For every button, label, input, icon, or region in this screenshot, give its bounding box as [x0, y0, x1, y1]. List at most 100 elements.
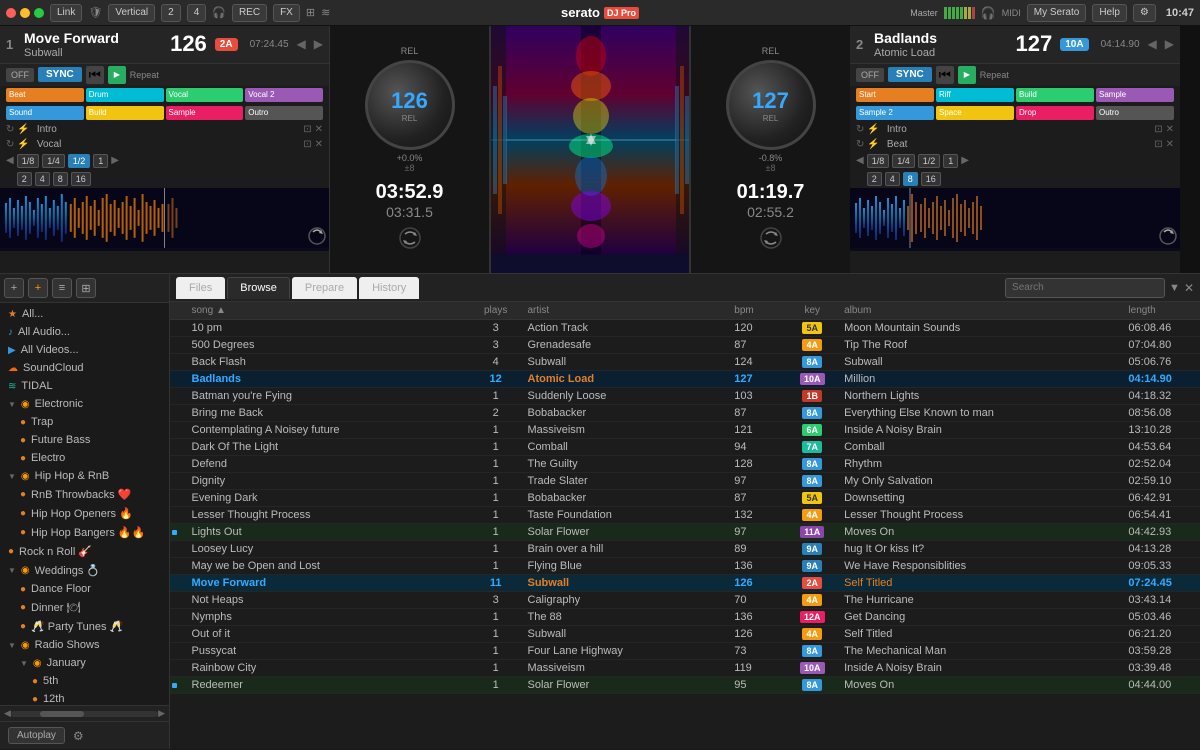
knob-right[interactable]: 127 REL [726, 60, 816, 150]
table-row[interactable]: Bring me Back2Bobabacker878AEverything E… [170, 405, 1200, 422]
deck-right-loop-prev[interactable]: ◀ [856, 155, 864, 166]
hotcue-drum[interactable]: Drum [86, 88, 164, 102]
tab-history[interactable]: History [359, 277, 419, 299]
sidebar-item-video[interactable]: ▶ All Videos... [0, 341, 169, 359]
deck-left-prev[interactable]: ◀ [297, 37, 306, 51]
deck-right-play[interactable]: ▶ [958, 66, 976, 84]
loop-4[interactable]: 4 [35, 172, 50, 186]
deck-right-prev[interactable]: ◀ [1148, 37, 1157, 51]
table-row[interactable]: Pussycat1Four Lane Highway738AThe Mechan… [170, 643, 1200, 660]
table-row[interactable]: Dignity1Trade Slater978AMy Only Salvatio… [170, 473, 1200, 490]
list-view-button[interactable]: ≡ [52, 278, 72, 298]
help-button[interactable]: Help [1092, 4, 1127, 22]
table-row[interactable]: 500 Degrees3Grenadesafe874ATip The Roof0… [170, 337, 1200, 354]
knob-left-loop-btn[interactable] [398, 226, 422, 253]
loop-2[interactable]: 2 [17, 172, 32, 186]
col-album-header[interactable]: album [838, 302, 1122, 320]
sidebar-item-rnb-throwbacks[interactable]: ● RnB Throwbacks ❤️ [0, 485, 169, 504]
r-loop-2[interactable]: 2 [867, 172, 882, 186]
hotcue-sample2[interactable]: Sample 2 [856, 106, 934, 120]
hotcue-build[interactable]: Build [86, 106, 164, 120]
hotcue-outro-r[interactable]: Outro [1096, 106, 1174, 120]
col-key-header[interactable]: key [786, 302, 838, 320]
table-row[interactable]: Lesser Thought Process1Taste Foundation1… [170, 507, 1200, 524]
r-loop-16[interactable]: 16 [921, 172, 941, 186]
search-close-button[interactable]: ✕ [1184, 281, 1194, 295]
table-row[interactable]: Back Flash4Subwall1248ASubwall05:06.76 [170, 354, 1200, 371]
sidebar-item-dance-floor[interactable]: ● Dance Floor [0, 580, 169, 598]
sidebar-item-hiphop-bangers[interactable]: ● Hip Hop Bangers 🔥🔥 [0, 523, 169, 542]
settings-button[interactable]: ⚙ [1133, 4, 1156, 22]
sidebar-item-dinner[interactable]: ● Dinner 🍽 [0, 598, 169, 617]
table-row[interactable]: Badlands12Atomic Load12710AMillion04:14.… [170, 371, 1200, 388]
col-artist-header[interactable]: artist [522, 302, 729, 320]
sidebar-item-all[interactable]: ★ All... [0, 305, 169, 323]
sidebar-item-future-bass[interactable]: ● Future Bass [0, 431, 169, 449]
col-bpm-header[interactable]: bpm [728, 302, 786, 320]
hotcue-vocal2[interactable]: Vocal 2 [245, 88, 323, 102]
hotcue-space[interactable]: Space [936, 106, 1014, 120]
table-row[interactable]: Dark Of The Light1Comball947AComball04:5… [170, 439, 1200, 456]
r-loop-1-2[interactable]: 1/2 [918, 154, 941, 168]
table-row[interactable]: 10 pm3Action Track1205AMoon Mountain Sou… [170, 320, 1200, 337]
sidebar-item-trap[interactable]: ● Trap [0, 413, 169, 431]
table-row[interactable]: Loosey Lucy1Brain over a hill899Ahug It … [170, 541, 1200, 558]
col-plays-header[interactable]: plays [470, 302, 522, 320]
deck-right-cue[interactable]: ⏮ [936, 66, 954, 84]
table-row[interactable]: May we be Open and Lost1Flying Blue1369A… [170, 558, 1200, 575]
r-loop-1-4[interactable]: 1/4 [892, 154, 915, 168]
close-btn[interactable] [6, 8, 16, 18]
search-input[interactable] [1005, 278, 1165, 298]
loop-16[interactable]: 16 [71, 172, 91, 186]
hotcue-drop[interactable]: Drop [1016, 106, 1094, 120]
deck-2-button[interactable]: 2 [161, 4, 181, 22]
deck-right-off[interactable]: OFF [856, 68, 884, 82]
table-row[interactable]: Contemplating A Noisey future1Massiveism… [170, 422, 1200, 439]
deck-left-next[interactable]: ▶ [314, 37, 323, 51]
col-length-header[interactable]: length [1122, 302, 1200, 320]
add-smart-crate-button[interactable]: + [28, 278, 48, 298]
table-row[interactable]: Not Heaps3Caligraphy704AThe Hurricane03:… [170, 592, 1200, 609]
deck-left-loop-next[interactable]: ▶ [111, 155, 119, 166]
sidebar-item-12th[interactable]: ● 12th [0, 690, 169, 705]
knob-left[interactable]: 126 REL [365, 60, 455, 150]
autoplay-button[interactable]: Autoplay [8, 727, 65, 744]
loop-1-2[interactable]: 1/2 [68, 154, 91, 168]
sidebar-item-audio[interactable]: ♪ All Audio... [0, 323, 169, 341]
sidebar-scroll-track[interactable] [11, 711, 158, 717]
deck-right-next[interactable]: ▶ [1165, 37, 1174, 51]
r-loop-4[interactable]: 4 [885, 172, 900, 186]
hotcue-start[interactable]: Start [856, 88, 934, 102]
sidebar-item-rock[interactable]: ● Rock n Roll 🎸 [0, 542, 169, 561]
sidebar-item-5th[interactable]: ● 5th [0, 672, 169, 690]
hotcue-riff[interactable]: Riff [936, 88, 1014, 102]
table-row[interactable]: Lights Out1Solar Flower9711AMoves On04:4… [170, 524, 1200, 541]
table-row[interactable]: Defend1The Guilty1288ARhythm02:52.04 [170, 456, 1200, 473]
tab-files[interactable]: Files [176, 277, 225, 299]
link-button[interactable]: Link [50, 4, 82, 22]
table-row[interactable]: Rainbow City1Massiveism11910AInside A No… [170, 660, 1200, 677]
table-row[interactable]: Out of it1Subwall1264ASelf Titled06:21.2… [170, 626, 1200, 643]
vertical-button[interactable]: Vertical [108, 4, 155, 22]
deck-left-cue[interactable]: ⏮ [86, 66, 104, 84]
table-row[interactable]: Nymphs1The 8813612AGet Dancing05:03.46 [170, 609, 1200, 626]
deck-left-off[interactable]: OFF [6, 68, 34, 82]
sidebar-item-weddings[interactable]: ▼ ◉ Weddings 💍 [0, 561, 169, 580]
loop-1[interactable]: 1 [93, 154, 108, 168]
knob-right-loop-btn[interactable] [759, 226, 783, 253]
fx-button[interactable]: FX [273, 4, 300, 22]
deck-right-loop-next[interactable]: ▶ [961, 155, 969, 166]
deck-left-loop-prev[interactable]: ◀ [6, 155, 14, 166]
hotcue-sample-r[interactable]: Sample [1096, 88, 1174, 102]
loop-1-4[interactable]: 1/4 [42, 154, 65, 168]
add-crate-button[interactable]: + [4, 278, 24, 298]
sidebar-item-hiphop[interactable]: ▼ ◉ Hip Hop & RnB [0, 467, 169, 485]
my-serato-button[interactable]: My Serato [1027, 4, 1087, 22]
r-loop-1[interactable]: 1 [943, 154, 958, 168]
sidebar-item-soundcloud[interactable]: ☁ SoundCloud [0, 359, 169, 377]
hotcue-sample[interactable]: Sample [166, 106, 244, 120]
sidebar-item-radio[interactable]: ▼ ◉ Radio Shows [0, 636, 169, 654]
sidebar-scroll-left[interactable]: ◀ [4, 708, 11, 719]
col-song-header[interactable]: song ▲ [186, 302, 470, 320]
sidebar-scrollbar[interactable]: ◀ ▶ [0, 705, 169, 721]
